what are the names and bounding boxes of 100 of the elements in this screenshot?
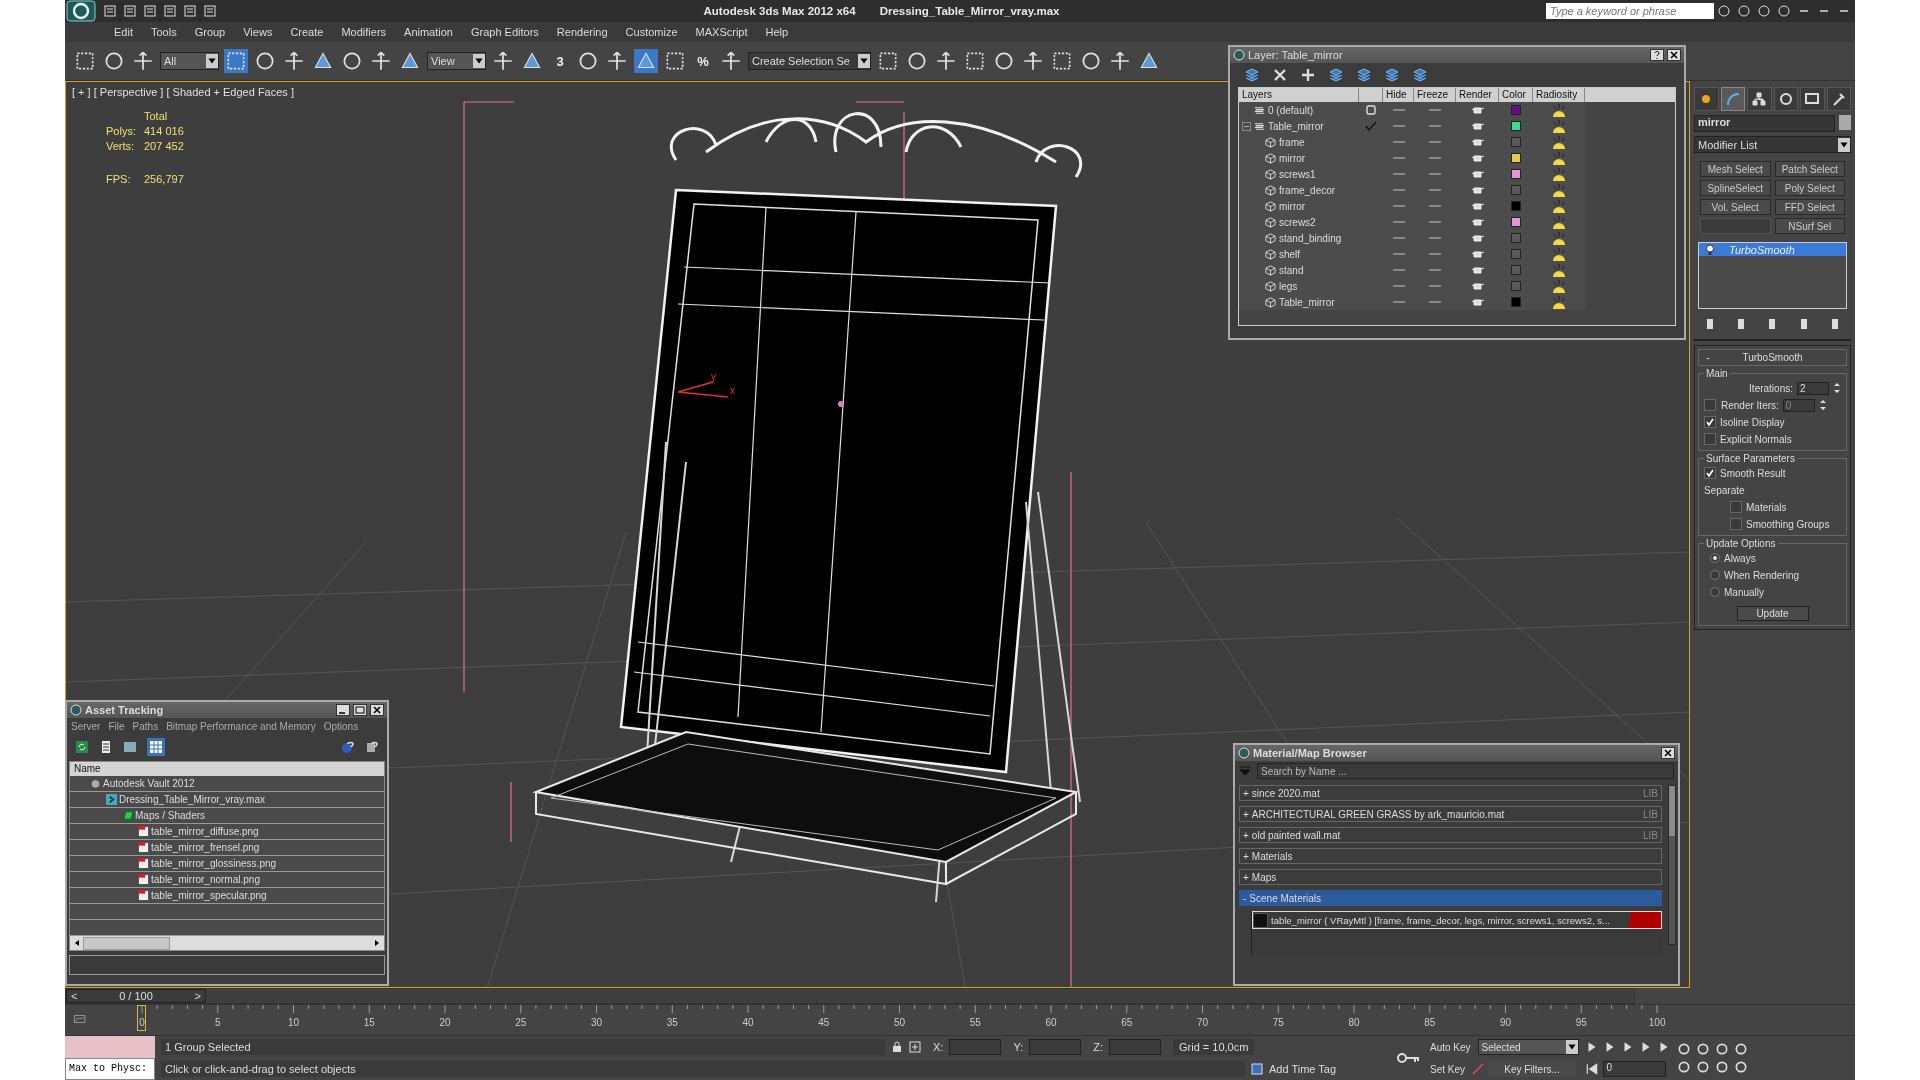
material-entry[interactable]: table_mirror ( VRayMtl ) [frame, frame_decor, legs, mirror, screws1, screws2, s... [1252,911,1662,929]
modifier-stack-item[interactable]: TurboSmooth [1699,243,1846,256]
layer-name[interactable]: 0 (default) [1268,104,1314,116]
modifier-set-button[interactable]: FFD Select [1774,199,1845,215]
layer-row[interactable]: legs [1239,278,1585,294]
menu-item[interactable]: Group [185,26,235,38]
dash-icon[interactable] [1428,268,1442,272]
menu-item[interactable]: Options [323,721,359,732]
asset-name[interactable]: table_mirror_diffuse.png [151,826,259,837]
key-tangent-icon[interactable] [1472,1063,1485,1075]
current-layer-checkmark[interactable] [1365,121,1377,131]
layer-row[interactable]: frame [1239,134,1585,150]
layer-name[interactable]: shelf [1279,248,1301,260]
color-swatch[interactable] [1511,105,1521,115]
dash-icon[interactable] [1391,140,1406,144]
dash-icon[interactable] [1391,188,1406,192]
object-color-swatch[interactable] [1839,115,1851,130]
layer-name[interactable]: screws1 [1279,168,1316,180]
library-group-header[interactable]: + Maps [1239,869,1662,885]
color-swatch[interactable] [1511,153,1521,163]
dash-icon[interactable] [1428,236,1442,240]
asset-name[interactable]: table_mirror_specular.png [151,890,267,901]
dash-icon[interactable] [1428,284,1442,288]
asset-row[interactable]: table_mirror_glossiness.png [70,856,384,872]
checkbox[interactable] [1704,433,1716,445]
dash-icon[interactable] [1428,300,1442,304]
library-group-header[interactable]: + Materials [1239,848,1662,864]
checkbox[interactable] [1704,416,1716,428]
color-swatch[interactable] [1511,185,1521,195]
layer-name[interactable]: frame [1279,136,1305,148]
dash-icon[interactable] [1391,284,1406,288]
maxscript-listener-field[interactable] [65,1036,155,1058]
dash-icon[interactable] [1391,300,1406,304]
library-group-header[interactable]: + since 2020.mat LIB [1239,785,1662,801]
library-group-header[interactable]: + ARCHITECTURAL GREEN GRASS by ark_mauricio.mat LIB [1239,806,1662,822]
timeline-ruler[interactable]: 0 5 10 15 20 25 30 35 40 45 50 55 60 65 70 75 80 85 90 95 100 [91,1005,1695,1035]
menu-item[interactable]: Graph Editors [461,26,548,38]
asset-name[interactable]: Dressing_Table_Mirror_vray.max [119,794,265,805]
minimize-icon[interactable] [336,704,350,716]
new-layer-icon[interactable] [1244,67,1260,83]
spinner-arrows-icon[interactable] [1833,381,1841,395]
dash-icon[interactable] [1391,108,1406,112]
modifier-set-button[interactable]: Poly Select [1774,180,1845,196]
column-header[interactable]: Layers [1239,88,1359,102]
sun-icon[interactable] [1551,183,1567,197]
layer-name[interactable]: legs [1279,280,1298,292]
color-swatch[interactable] [1511,281,1521,291]
modifier-set-button[interactable]: SplineSelect [1700,180,1771,196]
menu-item[interactable]: Create [281,26,333,38]
layer-name[interactable]: frame_decor [1279,184,1336,196]
dash-icon[interactable] [1391,236,1406,240]
key-mode-toggle-icon[interactable] [1584,1062,1599,1076]
menu-item[interactable]: Customize [616,26,687,38]
reference-coordinate-dropdown[interactable]: View [427,52,486,70]
dash-icon[interactable] [1428,108,1442,112]
layer-row[interactable]: shelf [1239,246,1585,262]
layer-name[interactable]: mirror [1279,152,1306,164]
checkbox[interactable] [1730,518,1742,530]
mirror-wireframe-drawing[interactable] [463,101,1083,987]
sun-icon[interactable] [1551,215,1567,229]
dash-icon[interactable] [1391,124,1406,128]
menu-item[interactable]: File [108,721,125,732]
dash-icon[interactable] [1391,156,1406,160]
horizontal-scrollbar[interactable] [70,936,384,950]
asset-name[interactable]: Autodesk Vault 2012 [103,778,195,789]
color-swatch[interactable] [1511,137,1521,147]
key-filters-button[interactable]: Key Filters... [1488,1061,1577,1077]
make-current-toggle[interactable] [1365,105,1377,115]
vertical-scrollbar[interactable] [1668,785,1676,945]
dash-icon[interactable] [1428,172,1442,176]
asset-row[interactable]: table_mirror_frensel.png [70,840,384,856]
layer-name[interactable]: stand [1279,264,1304,276]
add-icon[interactable] [1300,67,1316,83]
x-coordinate-field[interactable] [949,1039,1002,1055]
modifier-set-button[interactable]: Vol. Select [1700,199,1771,215]
dash-icon[interactable] [1391,172,1406,176]
display-tab[interactable] [1800,87,1825,111]
color-swatch[interactable] [1511,169,1521,179]
lock-icon[interactable] [891,1041,903,1053]
asset-name[interactable]: table_mirror_frensel.png [151,842,260,853]
selection-filter-dropdown[interactable]: All [160,52,219,70]
dash-icon[interactable] [1428,188,1442,192]
color-swatch[interactable] [1511,265,1521,275]
dash-icon[interactable] [1391,252,1406,256]
color-swatch[interactable] [1511,217,1521,227]
radio-button[interactable] [1710,570,1720,580]
asset-name[interactable]: Maps / Shaders [135,810,206,821]
dash-icon[interactable] [1428,252,1442,256]
dash-icon[interactable] [1428,124,1442,128]
menu-item[interactable]: Rendering [547,26,617,38]
create-tab[interactable] [1694,87,1719,111]
named-selection-dropdown[interactable]: Create Selection Se [748,52,871,70]
add-time-tag-label[interactable]: Add Time Tag [1269,1063,1337,1075]
modifier-set-button[interactable]: Mesh Select [1700,161,1771,177]
dash-icon[interactable] [1391,220,1406,224]
current-frame-field[interactable]: 0 [1602,1061,1666,1077]
search-field[interactable]: Search by Name ... [1257,763,1674,779]
menu-item[interactable]: Help [756,26,798,38]
utilities-tab[interactable] [1826,87,1851,111]
layer-name[interactable]: screws2 [1279,216,1316,228]
